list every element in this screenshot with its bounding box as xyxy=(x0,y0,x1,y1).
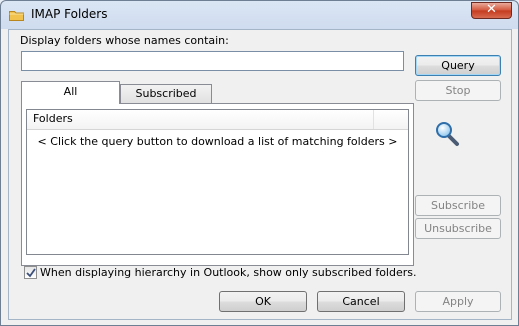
tab-all-label: All xyxy=(63,85,78,98)
apply-button[interactable]: Apply xyxy=(415,291,501,312)
close-icon: ✕ xyxy=(486,2,497,17)
cancel-button[interactable]: Cancel xyxy=(317,291,405,312)
stop-button[interactable]: Stop xyxy=(415,80,501,101)
subscribed-only-checkbox[interactable] xyxy=(24,266,37,279)
magnifier-icon xyxy=(436,122,459,146)
empty-list-message: < Click the query button to download a l… xyxy=(37,135,398,148)
window-title: IMAP Folders xyxy=(31,7,108,21)
subscribed-only-label[interactable]: When displaying hierarchy in Outlook, sh… xyxy=(40,266,416,279)
folder-icon xyxy=(9,11,24,21)
unsubscribe-button[interactable]: Unsubscribe xyxy=(415,218,501,239)
folder-name-filter-input[interactable] xyxy=(21,51,404,71)
search-label: Display folders whose names contain: xyxy=(20,34,229,47)
checkmark-icon xyxy=(26,268,36,278)
subscribe-button[interactable]: Subscribe xyxy=(415,195,501,216)
query-button[interactable]: Query xyxy=(415,55,501,76)
dialog-body: Display folders whose names contain: Que… xyxy=(8,29,512,320)
tab-subscribed-label: Subscribed xyxy=(135,87,197,100)
ok-button[interactable]: OK xyxy=(219,291,307,312)
title-bar: IMAP Folders ✕ xyxy=(1,1,518,29)
tab-all[interactable]: All xyxy=(21,81,120,104)
folder-list[interactable]: Folders < Click the query button to down… xyxy=(26,109,409,255)
column-header-folders[interactable]: Folders xyxy=(27,110,374,129)
tab-panel: Folders < Click the query button to down… xyxy=(21,103,414,266)
close-button[interactable]: ✕ xyxy=(471,2,512,19)
list-header: Folders xyxy=(27,110,408,130)
tab-subscribed[interactable]: Subscribed xyxy=(120,84,212,103)
imap-folders-dialog: IMAP Folders ✕ Display folders whose nam… xyxy=(0,0,519,326)
